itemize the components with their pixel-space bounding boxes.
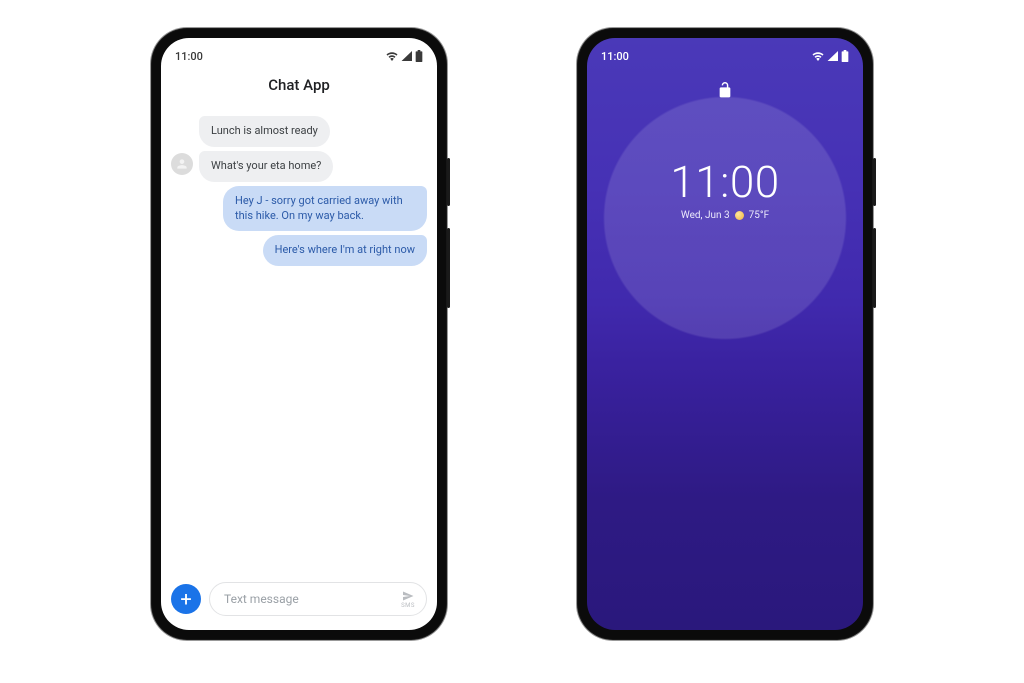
lock-date: Wed, Jun 3: [681, 210, 730, 221]
battery-icon: [841, 50, 849, 62]
wifi-icon: [386, 51, 398, 61]
wifi-icon: [812, 51, 824, 61]
status-time: 11:00: [601, 50, 629, 63]
status-right: [812, 50, 849, 62]
app-title: Chat App: [161, 76, 437, 94]
status-bar: 11:00: [587, 38, 863, 68]
chat-body[interactable]: Lunch is almost ready What's your eta ho…: [161, 108, 437, 574]
message-row: Here's where I'm at right now: [171, 235, 427, 266]
battery-icon: [415, 50, 423, 62]
message-input[interactable]: Text message SMS: [209, 582, 427, 616]
message-bubble-incoming: Lunch is almost ready: [199, 116, 330, 147]
send-icon: [400, 590, 416, 602]
message-row: Lunch is almost ready: [171, 116, 427, 147]
volume-button: [447, 228, 450, 308]
volume-button: [873, 228, 876, 308]
phone-frame-right: 11:00 11:00 Wed, Jun 3: [577, 28, 873, 640]
power-button: [873, 158, 876, 206]
status-bar: 11:00: [161, 38, 437, 68]
message-input-placeholder: Text message: [224, 592, 299, 606]
signal-icon: [827, 51, 838, 61]
lock-icon: [717, 80, 733, 104]
status-time: 11:00: [175, 50, 203, 63]
lock-temp: 75°F: [749, 210, 770, 221]
power-button: [447, 158, 450, 206]
message-row: What's your eta home?: [171, 151, 427, 182]
message-bubble-outgoing: Hey J - sorry got carried away with this…: [223, 186, 427, 232]
signal-icon: [401, 51, 412, 61]
plus-icon: +: [180, 589, 191, 609]
add-attachment-button[interactable]: +: [171, 584, 201, 614]
avatar-spacer: [171, 116, 193, 147]
message-row: Hey J - sorry got carried away with this…: [171, 186, 427, 232]
phone-frame-left: 11:00 Chat App Lunch is: [151, 28, 447, 640]
composer: + Text message SMS: [171, 580, 427, 618]
stage: 11:00 Chat App Lunch is: [0, 0, 1024, 683]
message-bubble-outgoing: Here's where I'm at right now: [263, 235, 427, 266]
status-right: [386, 50, 423, 62]
lock-subline: Wed, Jun 3 75°F: [587, 210, 863, 221]
avatar: [171, 153, 193, 175]
message-bubble-incoming: What's your eta home?: [199, 151, 333, 182]
lock-screen[interactable]: 11:00 11:00 Wed, Jun 3: [587, 38, 863, 630]
lock-clock: 11:00: [587, 156, 863, 208]
send-button[interactable]: SMS: [400, 590, 416, 609]
weather-sun-icon: [735, 211, 744, 220]
person-icon: [175, 157, 189, 171]
send-mode-label: SMS: [401, 603, 415, 609]
chat-screen: 11:00 Chat App Lunch is: [161, 38, 437, 630]
